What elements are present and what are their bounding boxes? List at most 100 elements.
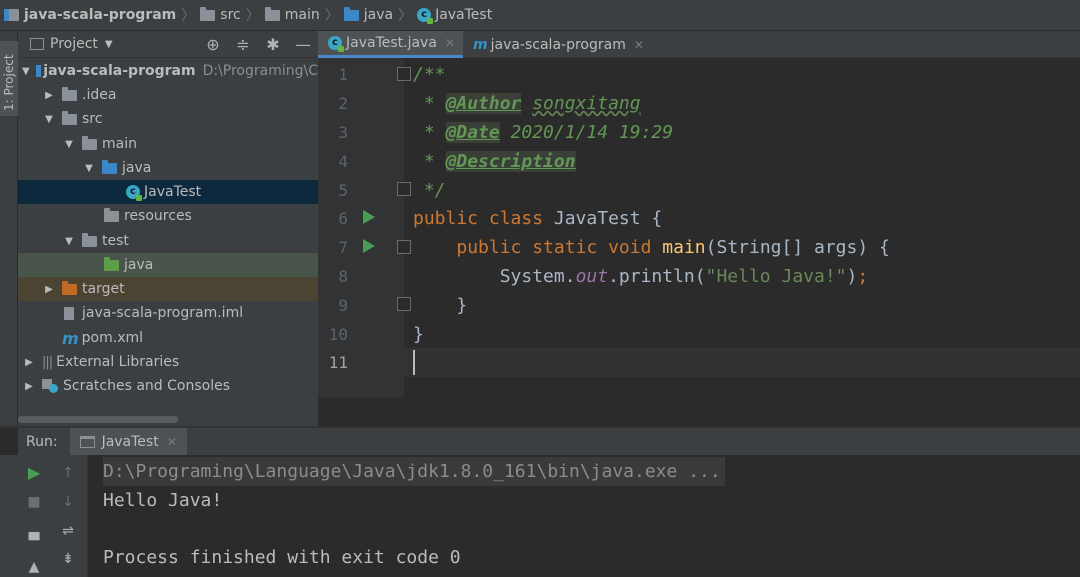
code-line-6: public class JavaTest { (413, 208, 663, 229)
close-icon[interactable]: ✕ (445, 36, 455, 50)
breadcrumb-project[interactable]: java-scala-program (4, 0, 176, 31)
chevron-right-icon: 〉 (245, 8, 260, 24)
tree-item-target[interactable]: ▶ target (18, 277, 318, 301)
chevron-down-icon[interactable]: ▼ (22, 66, 30, 77)
fold-icon[interactable] (397, 182, 411, 196)
rerun-icon[interactable]: ▶ (22, 461, 46, 485)
project-folder-icon (4, 9, 19, 21)
line-number: 9 (338, 296, 348, 315)
run-class-icon[interactable] (363, 210, 375, 224)
console-line: Hello Java! (103, 490, 223, 511)
code-line-1: /** (413, 64, 446, 85)
soft-wrap-icon[interactable]: ⇌ (56, 519, 80, 543)
code-editor[interactable]: 1 2 3 4 5 6 7 8 9 10 11 /** * @Author so… (318, 58, 1080, 398)
line-number: 5 (338, 181, 348, 200)
tree-item-main[interactable]: ▼ main (18, 132, 318, 156)
tab-javatest-java[interactable]: c JavaTest.java ✕ (318, 31, 463, 58)
close-icon[interactable]: ✕ (167, 435, 177, 449)
folder-icon (62, 110, 77, 125)
line-number: 6 (338, 209, 348, 228)
tree-item-resources[interactable]: resources (18, 204, 318, 228)
iml-file-icon (64, 306, 74, 320)
fold-icon[interactable] (397, 67, 411, 81)
breadcrumb-main[interactable]: main (264, 0, 320, 31)
project-panel: Project ▼ ⊕ ≑ ✱ — ▼ java-scala-program D… (18, 31, 318, 426)
run-toolbar: ▶ ↑ ■ ↓ ⇌ ▀ ⇟ ▲ (18, 455, 88, 577)
resources-folder-icon (104, 207, 119, 222)
tree-item-pom[interactable]: m pom.xml (18, 326, 318, 350)
tree-item-external-libraries[interactable]: ▶ ||| External Libraries (18, 350, 318, 374)
tree-item-javatest[interactable]: c JavaTest (18, 180, 318, 204)
console-line: Process finished with exit code 0 (103, 547, 461, 568)
code-line-5: */ (413, 180, 446, 201)
tree-item-java-test[interactable]: java (18, 253, 318, 277)
code-line-3: * @Date 2020/1/14 19:29 (413, 122, 674, 143)
chevron-right-icon[interactable]: ▶ (42, 284, 56, 295)
java-class-icon: c (328, 36, 344, 52)
scroll-to-end-icon[interactable]: ⇟ (56, 547, 80, 571)
stop-icon[interactable]: ■ (22, 490, 46, 514)
line-number-current: 11 (328, 353, 348, 372)
folder-icon (82, 135, 97, 150)
layout-icon[interactable]: ▀ (22, 529, 46, 553)
chevron-right-icon[interactable]: ▶ (42, 90, 56, 101)
tree-item-java-source[interactable]: ▼ java (18, 156, 318, 180)
tree-item-java-scala-program[interactable]: ▼ java-scala-program D:\Programing\C (18, 59, 318, 83)
tree-item-src[interactable]: ▼ src (18, 107, 318, 131)
chevron-down-icon[interactable]: ▼ (105, 39, 113, 50)
chevron-right-icon: 〉 (398, 8, 413, 24)
breadcrumb-src[interactable]: src (200, 0, 241, 31)
line-number: 10 (328, 325, 348, 344)
text-cursor (413, 350, 415, 375)
locate-icon[interactable]: ⊕ (198, 35, 228, 54)
line-number: 2 (338, 94, 348, 113)
breadcrumb-java[interactable]: java (343, 0, 393, 31)
folder-icon (82, 232, 97, 247)
run-tab-javatest[interactable]: JavaTest ✕ (69, 428, 187, 455)
chevron-down-icon[interactable]: ▼ (42, 114, 56, 125)
run-left-stripe (0, 455, 18, 577)
chevron-down-icon[interactable]: ▼ (62, 139, 76, 150)
folder-icon (200, 6, 216, 21)
code-line-9: } (413, 295, 468, 316)
expand-icon[interactable]: ▲ (22, 555, 46, 577)
hide-icon[interactable]: — (288, 35, 318, 54)
up-arrow-icon[interactable]: ↑ (56, 461, 80, 485)
tree-item-iml[interactable]: java-scala-program.iml (18, 301, 318, 325)
chevron-right-icon: 〉 (324, 8, 339, 24)
current-line-highlight (404, 348, 1080, 377)
down-arrow-icon[interactable]: ↓ (56, 490, 80, 514)
console-icon (79, 435, 95, 448)
run-main-icon[interactable] (363, 239, 375, 253)
maven-icon: m (473, 36, 488, 53)
run-panel-title: Run: (26, 433, 58, 450)
scratches-icon (42, 379, 58, 393)
close-icon[interactable]: ✕ (634, 38, 644, 52)
collapse-all-icon[interactable]: ≑ (228, 35, 258, 54)
project-tool-window-button[interactable]: 1: Project (0, 41, 18, 116)
code-line-7: public static void main(String[] args) { (456, 237, 890, 258)
tree-item-test[interactable]: ▼ test (18, 229, 318, 253)
project-panel-header: Project ▼ ⊕ ≑ ✱ — (18, 31, 318, 58)
test-folder-icon (104, 256, 119, 271)
fold-icon[interactable] (397, 240, 411, 254)
tab-java-scala-program[interactable]: m java-scala-program ✕ (463, 31, 652, 58)
chevron-right-icon[interactable]: ▶ (22, 381, 36, 392)
horizontal-scrollbar[interactable] (18, 416, 178, 423)
code-line-10: } (413, 324, 424, 345)
left-tool-stripe: 1: Project (0, 31, 18, 426)
chevron-down-icon[interactable]: ▼ (62, 236, 76, 247)
console-output[interactable]: D:\Programing\Language\Java\jdk1.8.0_161… (88, 455, 1080, 577)
fold-icon[interactable] (397, 297, 411, 311)
code-line-4: * @Description (413, 151, 576, 172)
gear-icon[interactable]: ✱ (258, 35, 288, 54)
chevron-down-icon[interactable]: ▼ (82, 163, 96, 174)
tree-item-scratches[interactable]: ▶ Scratches and Consoles (18, 374, 318, 398)
project-view-icon (30, 38, 44, 50)
folder-icon (62, 86, 77, 101)
chevron-right-icon[interactable]: ▶ (22, 357, 36, 368)
editor-empty-area[interactable] (318, 398, 1080, 426)
breadcrumb-javatest[interactable]: c JavaTest (417, 0, 492, 31)
tree-item-idea[interactable]: ▶ .idea (18, 83, 318, 107)
project-view-selector[interactable]: Project (50, 36, 98, 52)
